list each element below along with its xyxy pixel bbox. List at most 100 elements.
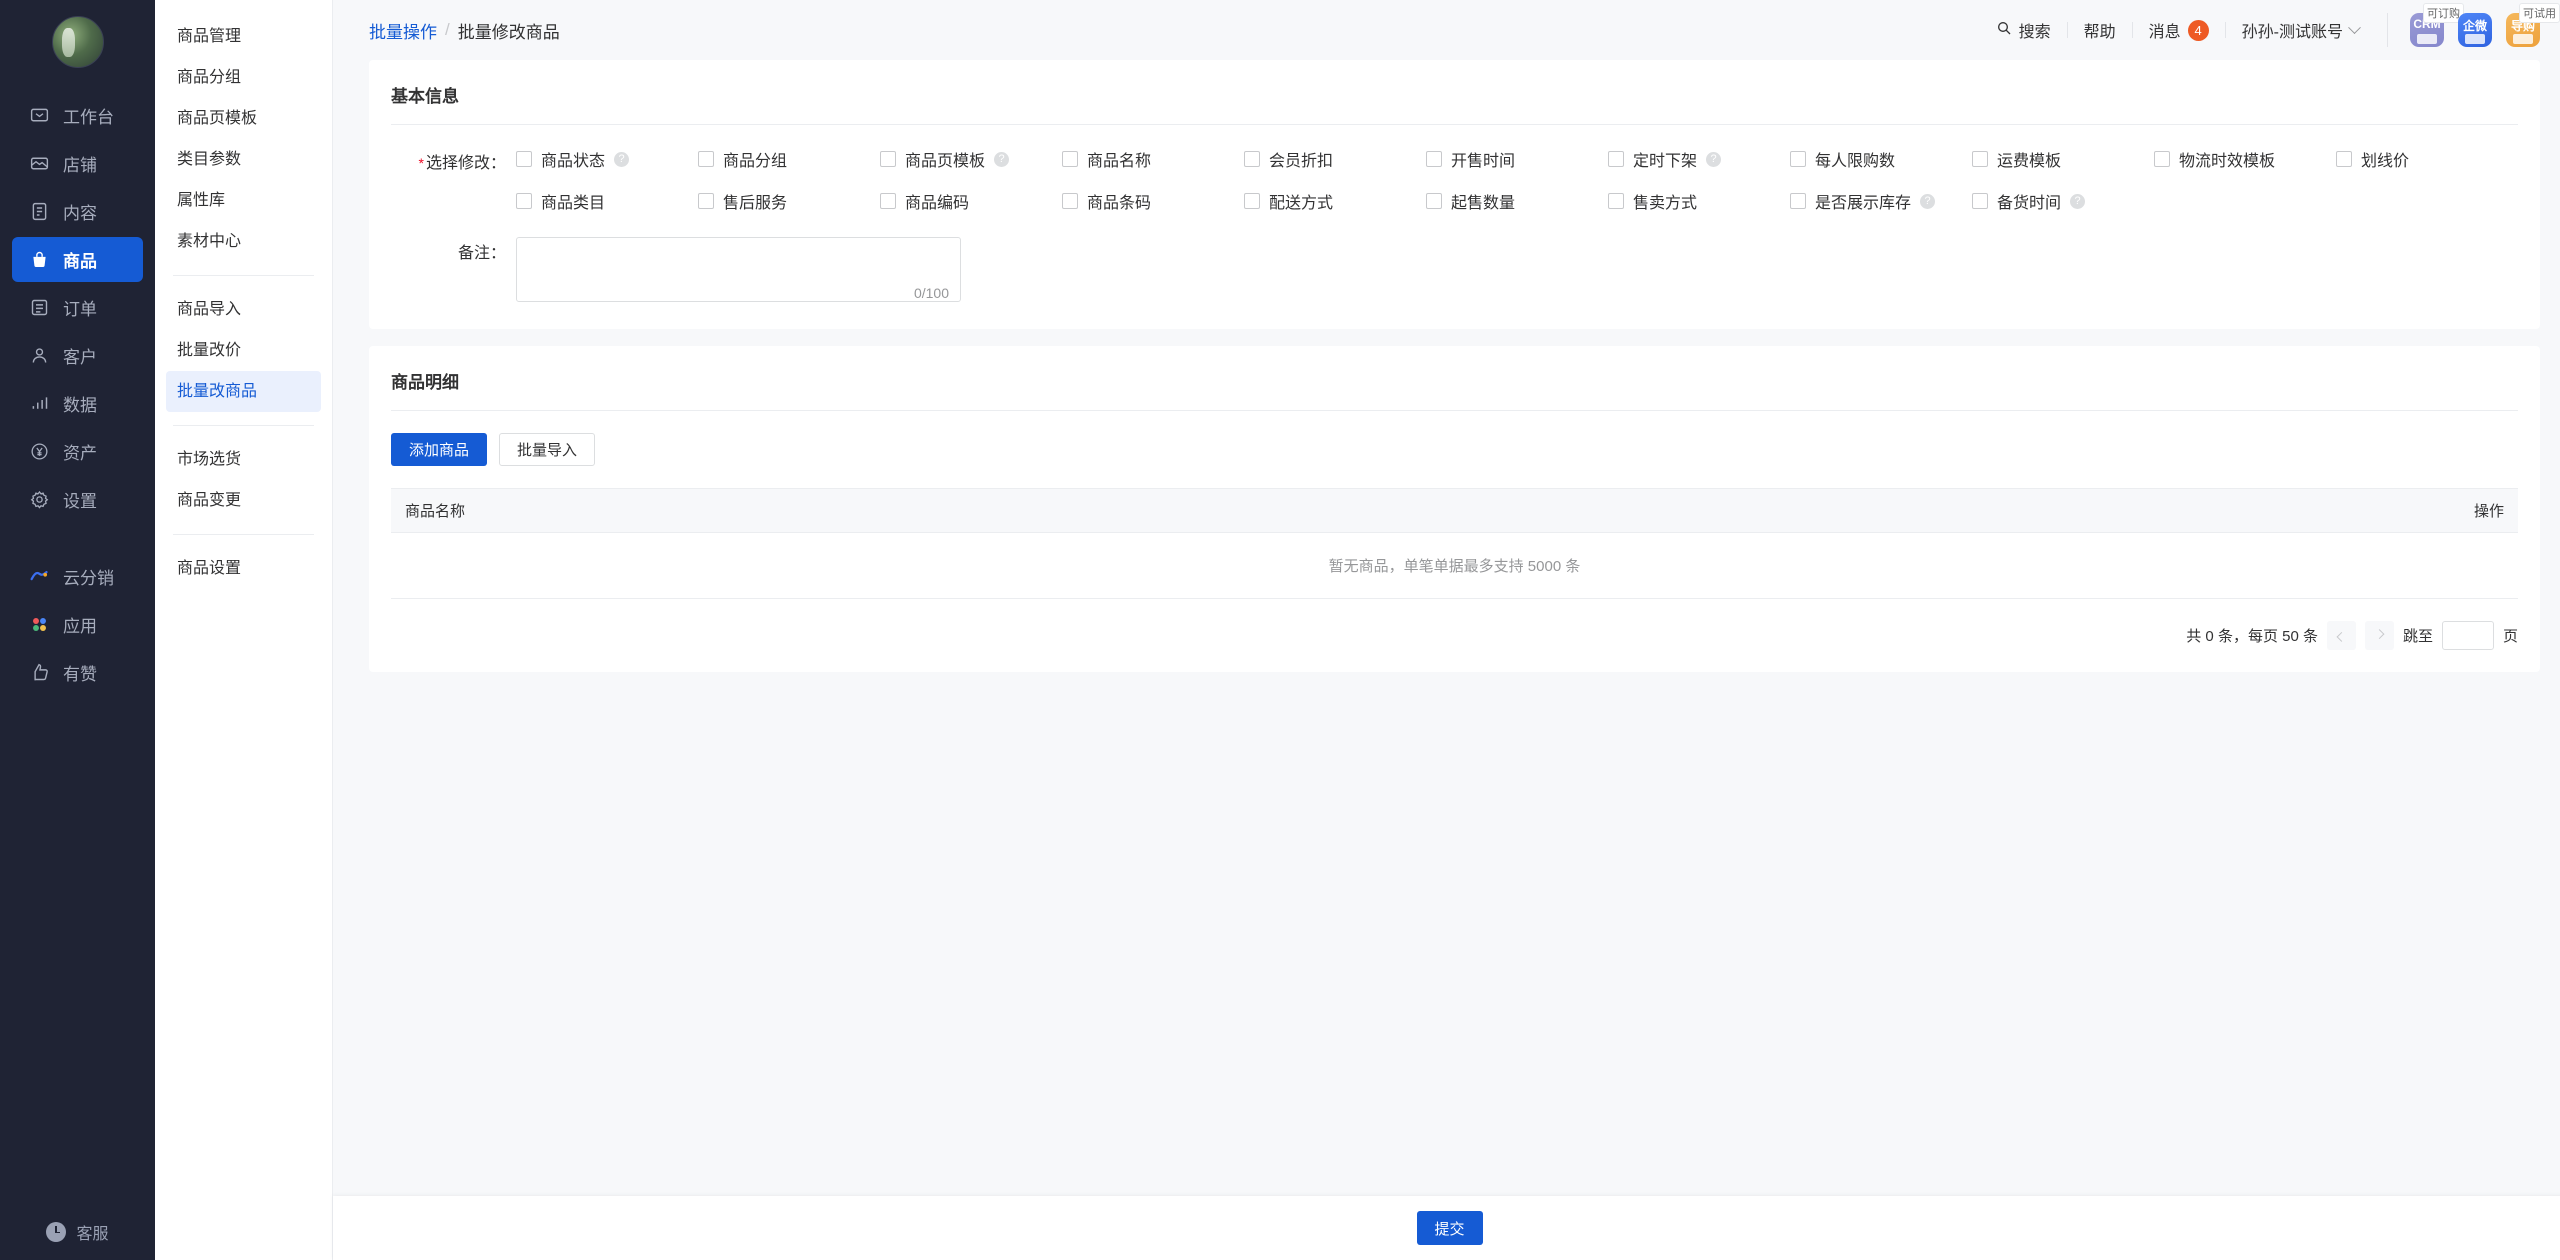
help-icon[interactable]: ? [1706,151,1722,167]
checkbox-sale-mode[interactable]: 售卖方式 [1608,189,1790,213]
sidebar-item-workbench[interactable]: 工作台 [12,93,143,138]
sidebar-item-order[interactable]: 订单 [12,285,143,330]
pagination-prev-button[interactable] [2326,621,2356,650]
help-icon[interactable]: ? [2070,193,2086,209]
submenu-item-category-params[interactable]: 类目参数 [166,139,321,180]
app-shortcut-qiwei[interactable]: 企微 [2458,13,2492,47]
sidebar-item-asset[interactable]: 资产 [12,429,143,474]
help-icon[interactable]: ? [614,151,630,167]
checkbox-strikethrough-price[interactable]: 划线价 [2336,147,2518,171]
checkbox-sale-start-time[interactable]: 开售时间 [1426,147,1608,171]
checkbox-box[interactable] [1608,193,1624,209]
checkbox-box[interactable] [1426,151,1442,167]
remark-textarea[interactable] [516,237,961,302]
checkbox-box[interactable] [1790,193,1806,209]
remark-field: 备注： 0/100 [391,237,2518,307]
checkbox-goods-page-template[interactable]: 商品页模板? [880,147,1062,171]
checkbox-box[interactable] [1426,193,1442,209]
customer-service-button[interactable]: 客服 [0,1204,155,1260]
sidebar-item-goods[interactable]: 商品 [12,237,143,282]
checkbox-box[interactable] [1608,151,1624,167]
sidebar-item-settings[interactable]: 设置 [12,477,143,522]
avatar[interactable] [51,16,104,68]
checkbox-show-stock[interactable]: 是否展示库存? [1790,189,1972,213]
sidebar-item-cloud-distribution[interactable]: 云分销 [12,554,143,599]
checkbox-label: 商品状态 [541,153,606,170]
pagination-jump-input[interactable] [2441,621,2494,650]
checkbox-box[interactable] [2336,151,2352,167]
checkbox-goods-group[interactable]: 商品分组 [698,147,880,171]
checkbox-after-sales-service[interactable]: 售后服务 [698,189,880,213]
help-button[interactable]: 帮助 [2068,18,2132,42]
sidebar-item-customer[interactable]: 客户 [12,333,143,378]
sidebar-item-content[interactable]: 内容 [12,189,143,234]
submenu-item-goods-page-template[interactable]: 商品页模板 [166,98,321,139]
checkbox-box[interactable] [880,151,896,167]
checkbox-goods-status[interactable]: 商品状态? [516,147,698,171]
submenu-item-attribute-library[interactable]: 属性库 [166,180,321,221]
checkbox-logistics-sla-template[interactable]: 物流时效模板 [2154,147,2336,171]
checkbox-label: 物流时效模板 [2179,153,2276,170]
checkbox-stock-prep-time[interactable]: 备货时间? [1972,189,2154,213]
pagination-next-button[interactable] [2364,621,2394,650]
account-menu[interactable]: 孙孙-测试账号 [2226,18,2375,42]
submenu-divider [173,275,314,276]
checkbox-goods-barcode[interactable]: 商品条码 [1062,189,1244,213]
help-icon[interactable]: ? [994,151,1010,167]
checkbox-min-order-quantity[interactable]: 起售数量 [1426,189,1608,213]
sidebar-item-data[interactable]: 数据 [12,381,143,426]
checkbox-box[interactable] [516,151,532,167]
messages-button[interactable]: 消息 4 [2133,18,2225,42]
search-button[interactable]: 搜索 [1980,18,2067,42]
checkbox-row: 商品状态? 商品分组 商品页模板? 商品名称 会员折扣 开售时间 定时下架? 每… [516,147,2518,171]
submenu-item-goods-group[interactable]: 商品分组 [166,57,321,98]
checkbox-goods-name[interactable]: 商品名称 [1062,147,1244,171]
sidebar-item-shop[interactable]: 店铺 [12,141,143,186]
checkbox-purchase-limit[interactable]: 每人限购数 [1790,147,1972,171]
checkbox-box[interactable] [2154,151,2170,167]
checkbox-shipping-template[interactable]: 运费模板 [1972,147,2154,171]
checkbox-label: 每人限购数 [1815,153,1896,170]
select-modify-field: * 选择修改： 商品状态? 商品分组 商品页模板? 商品名称 会员折扣 开售时间 … [391,147,2518,213]
breadcrumb-parent[interactable]: 批量操作 [369,18,437,43]
checkbox-box[interactable] [1062,193,1078,209]
help-icon[interactable]: ? [1920,193,1936,209]
submenu-item-goods-manage[interactable]: 商品管理 [166,16,321,57]
apps-icon [29,614,50,635]
checkbox-box[interactable] [1790,151,1806,167]
add-goods-button[interactable]: 添加商品 [391,433,488,466]
sidebar-item-label: 商品 [63,252,97,271]
app-shortcut-daogou[interactable]: 导购 可试用 [2506,3,2560,47]
submenu-item-goods-import[interactable]: 商品导入 [166,289,321,330]
app-shortcut-label: 企微 [2462,19,2487,33]
app-shortcut-crm[interactable]: CRM 可订购 [2410,3,2464,47]
checkbox-box[interactable] [1972,193,1988,209]
checkbox-goods-code[interactable]: 商品编码 [880,189,1062,213]
batch-import-button[interactable]: 批量导入 [499,433,596,466]
submit-button[interactable]: 提交 [1416,1211,1483,1245]
submenu-item-batch-price[interactable]: 批量改价 [166,330,321,371]
checkbox-delivery-method[interactable]: 配送方式 [1244,189,1426,213]
submenu-item-batch-goods[interactable]: 批量改商品 [166,371,321,412]
breadcrumb: 批量操作 / 批量修改商品 [369,18,560,43]
checkbox-box[interactable] [1244,193,1260,209]
checkbox-box[interactable] [1244,151,1260,167]
checkbox-box[interactable] [1972,151,1988,167]
checkbox-box[interactable] [1062,151,1078,167]
sidebar-item-apps[interactable]: 应用 [12,602,143,647]
submenu-item-market-selection[interactable]: 市场选货 [166,439,321,480]
sidebar-item-youzan[interactable]: 有赞 [12,650,143,695]
submenu-item-goods-settings[interactable]: 商品设置 [166,548,321,589]
checkbox-scheduled-offshelf[interactable]: 定时下架? [1608,147,1790,171]
submenu-item-material-center[interactable]: 素材中心 [166,221,321,262]
checkbox-box[interactable] [698,193,714,209]
checkbox-box[interactable] [698,151,714,167]
checkbox-box[interactable] [516,193,532,209]
checkbox-member-discount[interactable]: 会员折扣 [1244,147,1426,171]
app-badge-icon [2417,34,2437,44]
youzan-icon [29,662,50,683]
submenu-item-goods-change[interactable]: 商品变更 [166,480,321,521]
checkbox-goods-category[interactable]: 商品类目 [516,189,698,213]
sidebar-item-label: 店铺 [63,156,97,175]
checkbox-box[interactable] [880,193,896,209]
